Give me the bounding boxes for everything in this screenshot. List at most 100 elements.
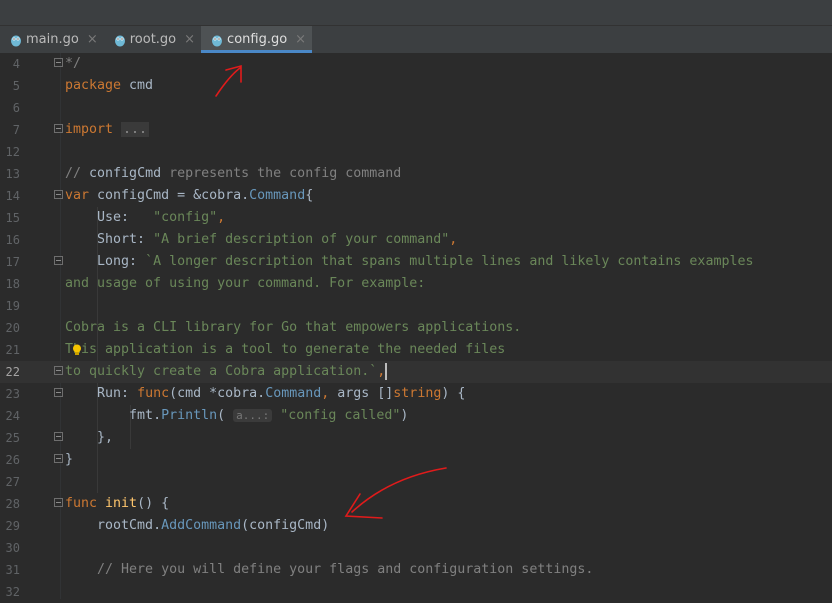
- code-line[interactable]: 22 to quickly create a Cobra application.…: [0, 361, 832, 383]
- code-line[interactable]: 14 var configCmd = &cobra.Command{: [0, 185, 832, 207]
- code-token: Println: [161, 408, 218, 423]
- code-token: "A brief description of your command": [153, 232, 450, 247]
- line-number[interactable]: 18: [0, 273, 20, 295]
- code-token: .: [153, 518, 162, 533]
- fold-marker-icon[interactable]: [54, 256, 63, 265]
- line-number[interactable]: 25: [0, 427, 20, 449]
- code-token: (: [217, 408, 234, 423]
- code-line[interactable]: 5 package cmd: [0, 75, 832, 97]
- code-line[interactable]: 18 and usage of using your command. For e…: [0, 273, 832, 295]
- line-number[interactable]: 4: [0, 53, 20, 75]
- code-text: fmt.Println( a...: "config called"): [65, 405, 408, 427]
- line-number[interactable]: 14: [0, 185, 20, 207]
- line-number[interactable]: 15: [0, 207, 20, 229]
- line-number[interactable]: 6: [0, 97, 20, 119]
- code-line[interactable]: 29 rootCmd.AddCommand(configCmd): [0, 515, 832, 537]
- close-icon[interactable]: ×: [87, 32, 98, 47]
- line-number[interactable]: 24: [0, 405, 20, 427]
- code-text: },: [65, 427, 113, 449]
- code-text: var configCmd = &cobra.Command{: [65, 185, 313, 207]
- code-line[interactable]: 17 Long: `A longer description that span…: [0, 251, 832, 273]
- code-token: init: [105, 496, 138, 511]
- code-token: Cobra is a CLI library for Go that empow…: [65, 320, 522, 335]
- line-number[interactable]: 26: [0, 449, 20, 471]
- code-line[interactable]: 21 This application is a tool to generate…: [0, 339, 832, 361]
- tab-root-go[interactable]: root.go ×: [104, 26, 201, 53]
- code-token: configCmd = &: [97, 188, 202, 203]
- code-line[interactable]: 24 fmt.Println( a...: "config called"): [0, 405, 832, 427]
- code-token: Command: [265, 386, 322, 401]
- code-line[interactable]: 15 Use: "config",: [0, 207, 832, 229]
- code-token: Run:: [65, 386, 138, 401]
- code-text: // Here you will define your flags and c…: [65, 559, 593, 581]
- code-token: cmd: [129, 78, 154, 93]
- line-number[interactable]: 31: [0, 559, 20, 581]
- code-line[interactable]: 19: [0, 295, 832, 317]
- fold-marker-icon[interactable]: [54, 454, 63, 463]
- code-token: configCmd: [89, 166, 162, 181]
- fold-marker-icon[interactable]: [54, 432, 63, 441]
- code-token: cobra: [217, 386, 258, 401]
- code-line[interactable]: 27: [0, 471, 832, 493]
- fold-marker-icon[interactable]: [54, 58, 63, 67]
- code-line[interactable]: 25 },: [0, 427, 832, 449]
- line-number[interactable]: 13: [0, 163, 20, 185]
- code-line[interactable]: 31 // Here you will define your flags an…: [0, 559, 832, 581]
- line-number[interactable]: 12: [0, 141, 20, 163]
- line-number[interactable]: 20: [0, 317, 20, 339]
- line-number[interactable]: 5: [0, 75, 20, 97]
- tab-label: main.go: [26, 32, 79, 47]
- tab-main-go[interactable]: main.go ×: [0, 26, 104, 53]
- fold-marker-icon[interactable]: [54, 190, 63, 199]
- code-text: }: [65, 449, 73, 471]
- code-line[interactable]: 28 func init() {: [0, 493, 832, 515]
- close-icon[interactable]: ×: [184, 32, 195, 47]
- line-number[interactable]: 19: [0, 295, 20, 317]
- code-token: "config called": [280, 408, 401, 423]
- code-line[interactable]: 12: [0, 141, 832, 163]
- code-token: */: [65, 56, 82, 71]
- line-number[interactable]: 29: [0, 515, 20, 537]
- code-token: Use:: [65, 210, 154, 225]
- line-number[interactable]: 32: [0, 581, 20, 603]
- line-number[interactable]: 22: [0, 361, 20, 383]
- code-line[interactable]: 26}: [0, 449, 832, 471]
- code-token: {: [305, 188, 314, 203]
- code-token: ,: [377, 364, 386, 379]
- fold-marker-icon[interactable]: [54, 498, 63, 507]
- tab-config-go[interactable]: config.go ×: [201, 26, 313, 53]
- code-token: cobra: [201, 188, 242, 203]
- code-text: Run: func(cmd *cobra.Command, args []str…: [65, 383, 465, 405]
- code-token: },: [65, 430, 114, 445]
- go-file-icon: [114, 35, 125, 46]
- fold-marker-icon[interactable]: [54, 366, 63, 375]
- line-number[interactable]: 27: [0, 471, 20, 493]
- code-line[interactable]: 7 import ...: [0, 119, 832, 141]
- code-token: (cmd *: [169, 386, 218, 401]
- line-number[interactable]: 7: [0, 119, 20, 141]
- line-number[interactable]: 17: [0, 251, 20, 273]
- editor-tab-bar: main.go × root.go × config.go ×: [0, 26, 832, 54]
- code-text: to quickly create a Cobra application.`,: [65, 361, 388, 383]
- close-icon[interactable]: ×: [295, 32, 306, 47]
- code-line[interactable]: 4 */: [0, 53, 832, 75]
- code-token: import: [65, 122, 122, 137]
- code-line[interactable]: 16 Short: "A brief description of your c…: [0, 229, 832, 251]
- line-number[interactable]: 28: [0, 493, 20, 515]
- fold-marker-icon[interactable]: [54, 124, 63, 133]
- line-number[interactable]: 16: [0, 229, 20, 251]
- code-line[interactable]: 32: [0, 581, 832, 603]
- code-line[interactable]: 23 Run: func(cmd *cobra.Command, args []…: [0, 383, 832, 405]
- lightbulb-icon[interactable]: [72, 344, 82, 356]
- tab-label: root.go: [129, 32, 177, 47]
- code-line[interactable]: 30: [0, 537, 832, 559]
- code-line[interactable]: 13 // configCmd represents the config com…: [0, 163, 832, 185]
- code-editor[interactable]: 4 */ 5 package cmd 6 7 import ... 12 13 // config…: [0, 53, 832, 599]
- line-number[interactable]: 30: [0, 537, 20, 559]
- fold-marker-icon[interactable]: [54, 388, 63, 397]
- line-number[interactable]: 23: [0, 383, 20, 405]
- code-line[interactable]: 6: [0, 97, 832, 119]
- line-number[interactable]: 21: [0, 339, 20, 361]
- code-line[interactable]: 20 Cobra is a CLI library for Go that emp…: [0, 317, 832, 339]
- code-token: //: [65, 166, 90, 181]
